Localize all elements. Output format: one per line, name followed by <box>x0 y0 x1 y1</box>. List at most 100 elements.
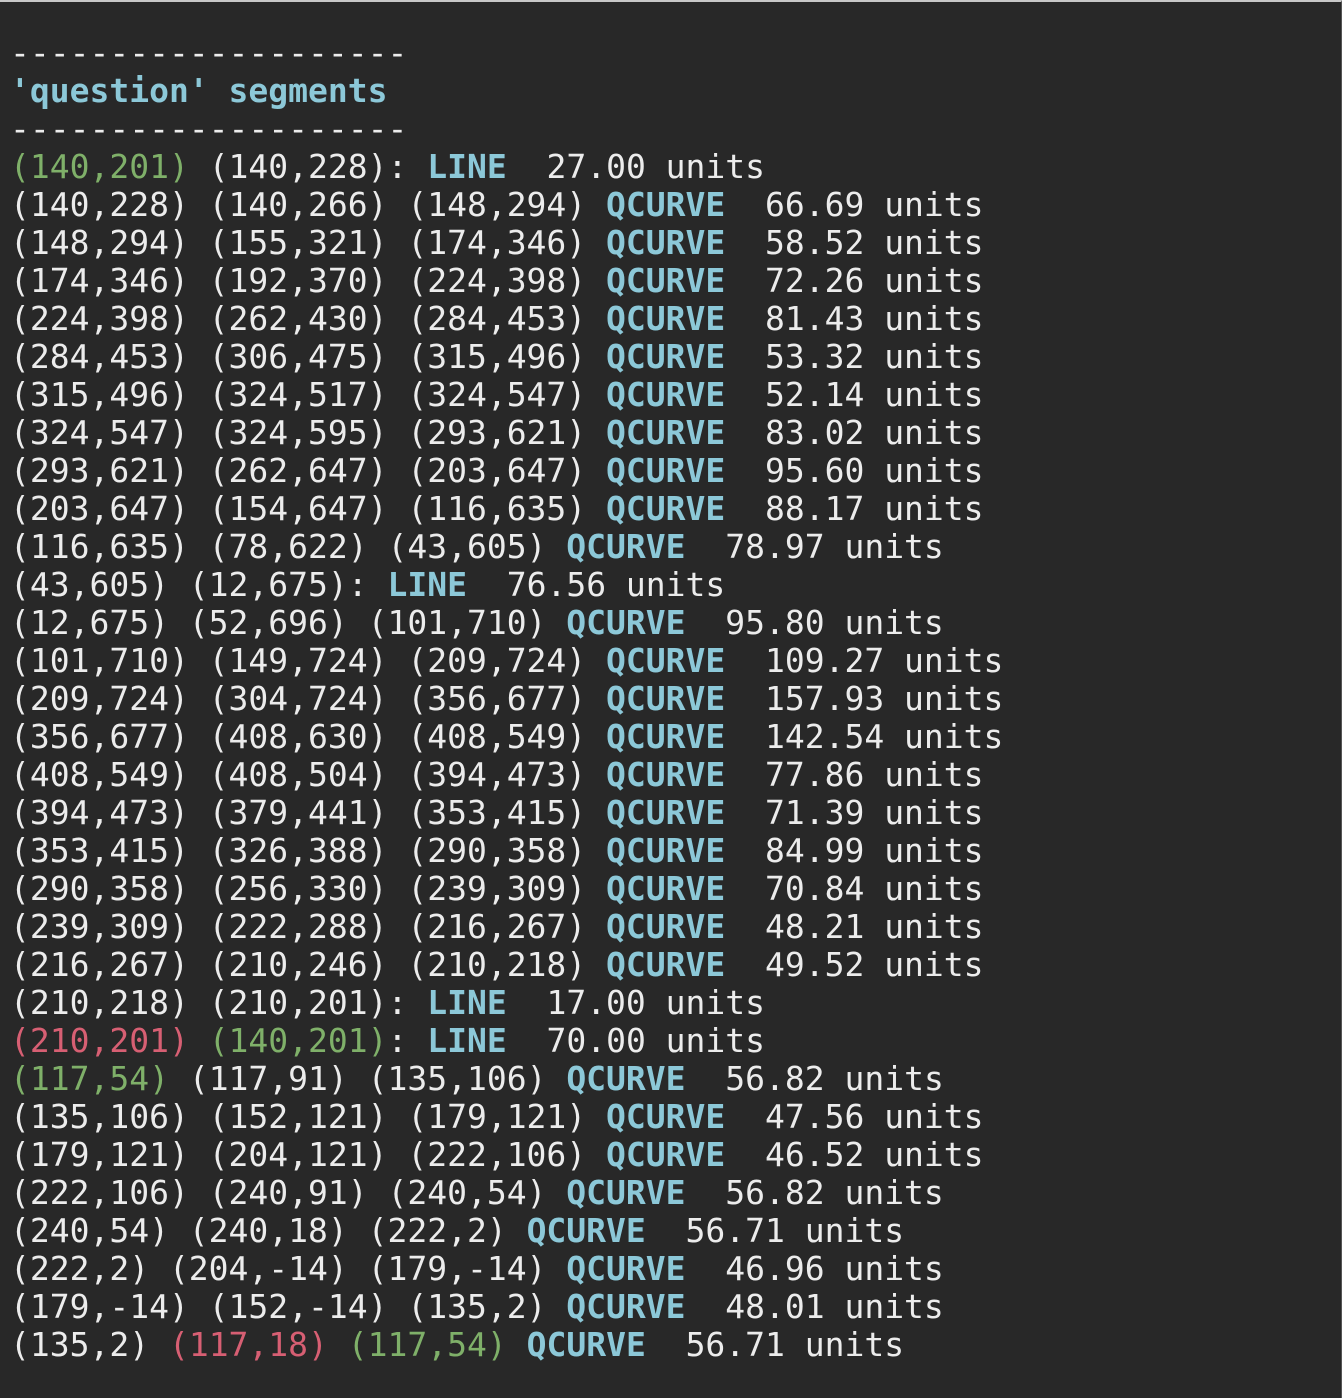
segment-text: (174,346) (192,370) (224,398) <box>10 261 607 300</box>
segment-text: (315,496) (324,517) (324,547) <box>10 375 607 414</box>
segment-line: (148,294) (155,321) (174,346) QCURVE 58.… <box>10 224 1003 262</box>
segment-text: 142.54 units <box>725 717 1004 756</box>
segment-text: 27.00 units <box>506 147 766 186</box>
segment-type: LINE <box>427 1021 507 1060</box>
terminal-output: -------------------- 'question' segments… <box>10 34 1003 1364</box>
segment-text: 56.71 units <box>645 1325 905 1364</box>
segment-text: (222,2) (204,-14) (179,-14) <box>10 1249 567 1288</box>
segment-type: QCURVE <box>606 679 726 718</box>
segment-line: (240,54) (240,18) (222,2) QCURVE 56.71 u… <box>10 1212 1003 1250</box>
segment-line: (315,496) (324,517) (324,547) QCURVE 52.… <box>10 376 1003 414</box>
separator-top: -------------------- <box>10 33 408 72</box>
segment-type: QCURVE <box>606 869 726 908</box>
segment-line: (324,547) (324,595) (293,621) QCURVE 83.… <box>10 414 1003 452</box>
segment-type: QCURVE <box>606 945 726 984</box>
segment-line: (293,621) (262,647) (203,647) QCURVE 95.… <box>10 452 1003 490</box>
segment-type: QCURVE <box>606 793 726 832</box>
segment-line: (210,218) (210,201): LINE 17.00 units <box>10 984 1003 1022</box>
segment-line: (290,358) (256,330) (239,309) QCURVE 70.… <box>10 870 1003 908</box>
segment-line: (116,635) (78,622) (43,605) QCURVE 78.97… <box>10 528 1003 566</box>
segment-line: (101,710) (149,724) (209,724) QCURVE 109… <box>10 642 1003 680</box>
segment-text: (179,-14) (152,-14) (135,2) <box>10 1287 567 1326</box>
segment-text: (394,473) (379,441) (353,415) <box>10 793 607 832</box>
segment-text: (140,201) <box>10 147 189 186</box>
segment-list: (140,201) (140,228): LINE 27.00 units (14… <box>10 148 1003 1364</box>
segment-text: 56.82 units <box>685 1173 944 1212</box>
segment-line: (210,201) (140,201): LINE 70.00 units <box>10 1022 1003 1060</box>
segment-text: (135,106) (152,121) (179,121) <box>10 1097 607 1136</box>
segment-text: (140,228) (140,266) (148,294) <box>10 185 607 224</box>
segment-text <box>189 147 209 186</box>
segment-type: QCURVE <box>526 1211 646 1250</box>
segment-text: 81.43 units <box>725 299 984 338</box>
segment-line: (203,647) (154,647) (116,635) QCURVE 88.… <box>10 490 1003 528</box>
terminal-window[interactable]: -------------------- 'question' segments… <box>0 0 1342 1398</box>
segment-type: QCURVE <box>566 1287 686 1326</box>
segment-text: (117,54) <box>10 1059 169 1098</box>
segment-type: QCURVE <box>606 1135 726 1174</box>
segment-text: 70.84 units <box>725 869 984 908</box>
segment-text: (101,710) (149,724) (209,724) <box>10 641 607 680</box>
segment-type: QCURVE <box>526 1325 646 1364</box>
segment-line: (222,106) (240,91) (240,54) QCURVE 56.82… <box>10 1174 1003 1212</box>
segment-text: 109.27 units <box>725 641 1004 680</box>
segment-text: (353,415) (326,388) (290,358) <box>10 831 607 870</box>
segment-type: QCURVE <box>606 831 726 870</box>
segment-text: (216,267) (210,246) (210,218) <box>10 945 607 984</box>
segment-line: (174,346) (192,370) (224,398) QCURVE 72.… <box>10 262 1003 300</box>
segment-text: (12,675) (52,696) (101,710) <box>10 603 567 642</box>
segment-text: (408,549) (408,504) (394,473) <box>10 755 607 794</box>
segment-text: : <box>387 1021 428 1060</box>
segment-text: (240,54) (240,18) (222,2) <box>10 1211 527 1250</box>
segment-line: (353,415) (326,388) (290,358) QCURVE 84.… <box>10 832 1003 870</box>
segment-line: (408,549) (408,504) (394,473) QCURVE 77.… <box>10 756 1003 794</box>
segment-text: (148,294) (155,321) (174,346) <box>10 223 607 262</box>
segment-text: (210,201) <box>10 1021 189 1060</box>
segment-type: QCURVE <box>566 603 686 642</box>
segment-text: 88.17 units <box>725 489 984 528</box>
segment-type: QCURVE <box>606 223 726 262</box>
segment-type: QCURVE <box>566 527 686 566</box>
segment-text: 70.00 units <box>506 1021 766 1060</box>
segment-type: QCURVE <box>566 1249 686 1288</box>
segment-text: (284,453) (306,475) (315,496) <box>10 337 607 376</box>
segment-text: 58.52 units <box>725 223 984 262</box>
segment-type: QCURVE <box>606 337 726 376</box>
segment-type: QCURVE <box>606 755 726 794</box>
segment-line: (179,-14) (152,-14) (135,2) QCURVE 48.01… <box>10 1288 1003 1326</box>
segment-text: (117,18) <box>168 1325 328 1364</box>
segment-line: (356,677) (408,630) (408,549) QCURVE 142… <box>10 718 1003 756</box>
segment-text: (210,218) (210,201): <box>10 983 428 1022</box>
segment-text: 46.96 units <box>685 1249 944 1288</box>
segment-line: (135,106) (152,121) (179,121) QCURVE 47.… <box>10 1098 1003 1136</box>
segment-text: (179,121) (204,121) (222,106) <box>10 1135 607 1174</box>
segment-text: (116,635) (78,622) (43,605) <box>10 527 567 566</box>
segment-text: (117,54) <box>347 1325 507 1364</box>
segment-text: 66.69 units <box>725 185 984 224</box>
segment-text: (117,91) (135,106) <box>168 1059 567 1098</box>
segment-text: 49.52 units <box>725 945 984 984</box>
segment-type: QCURVE <box>566 1173 686 1212</box>
segment-text: 78.97 units <box>685 527 944 566</box>
segment-type: QCURVE <box>566 1059 686 1098</box>
segment-text: 52.14 units <box>725 375 984 414</box>
segment-line: (209,724) (304,724) (356,677) QCURVE 157… <box>10 680 1003 718</box>
segment-line: (12,675) (52,696) (101,710) QCURVE 95.80… <box>10 604 1003 642</box>
segment-text: (43,605) (12,675): <box>10 565 388 604</box>
segment-type: LINE <box>427 983 507 1022</box>
segment-text: (203,647) (154,647) (116,635) <box>10 489 607 528</box>
segment-text: 77.86 units <box>725 755 984 794</box>
segment-text: (140,201) <box>208 1021 388 1060</box>
segment-text: 72.26 units <box>725 261 984 300</box>
segment-text: 157.93 units <box>725 679 1004 718</box>
section-title: 'question' segments <box>10 71 388 110</box>
segment-line: (117,54) (117,91) (135,106) QCURVE 56.82… <box>10 1060 1003 1098</box>
segment-type: QCURVE <box>606 413 726 452</box>
segment-text: (239,309) (222,288) (216,267) <box>10 907 607 946</box>
segment-text <box>507 1325 527 1364</box>
segment-text: 47.56 units <box>725 1097 984 1136</box>
segment-text: 71.39 units <box>725 793 984 832</box>
segment-line: (135,2) (117,18) (117,54) QCURVE 56.71 u… <box>10 1326 1003 1364</box>
segment-text: 53.32 units <box>725 337 984 376</box>
segment-text: 95.60 units <box>725 451 984 490</box>
